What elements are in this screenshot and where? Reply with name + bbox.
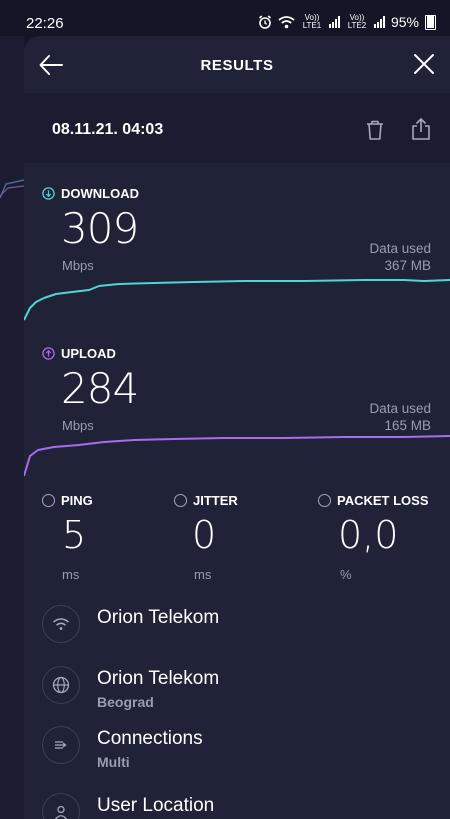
globe-icon <box>42 666 80 704</box>
packet-loss-value: 0,0 <box>338 513 399 557</box>
jitter-label-row: JITTER <box>174 493 238 508</box>
detail-row-user-location[interactable]: User Location <box>24 793 450 819</box>
top-bar: RESULTS <box>24 36 450 92</box>
detail-title: Connections <box>97 728 203 749</box>
signal-bars-1 <box>328 16 340 28</box>
jitter-unit: ms <box>194 567 212 582</box>
background-app-edge <box>0 36 24 819</box>
download-data-used-label: Data used <box>369 241 431 256</box>
upload-graph <box>24 435 450 477</box>
upload-value: 284 <box>61 364 139 413</box>
alarm-icon <box>258 15 271 29</box>
detail-row-server[interactable]: Orion Telekom Beograd <box>24 666 450 722</box>
download-unit: Mbps <box>62 258 94 273</box>
upload-label: UPLOAD <box>61 346 116 361</box>
detail-subtitle: Beograd <box>97 694 154 710</box>
close-icon[interactable] <box>412 52 436 76</box>
jitter-value: 0 <box>192 513 217 557</box>
wifi-icon <box>42 605 80 643</box>
packet-loss-unit: % <box>340 567 352 582</box>
download-arrow-icon <box>42 187 55 200</box>
share-icon[interactable] <box>410 117 432 141</box>
packet-loss-icon <box>318 494 331 507</box>
status-icons: Vo)) LTE1 Vo)) LTE2 95% <box>258 14 436 30</box>
jitter-label: JITTER <box>193 493 238 508</box>
battery-icon <box>425 14 436 30</box>
trash-icon[interactable] <box>364 119 386 141</box>
status-bar: 22:26 Vo)) LTE1 Vo)) LTE2 95% <box>0 0 450 36</box>
download-value: 309 <box>61 204 139 253</box>
download-graph <box>24 279 450 321</box>
detail-title: Orion Telekom <box>97 668 220 689</box>
page-title: RESULTS <box>200 57 274 74</box>
background-graph <box>0 179 24 199</box>
ping-value: 5 <box>62 513 87 557</box>
battery-percent: 95% <box>390 14 419 30</box>
upload-label-row: UPLOAD <box>42 346 116 361</box>
detail-row-connections[interactable]: Connections Multi <box>24 726 450 782</box>
wifi-status-icon <box>278 16 295 29</box>
upload-arrow-icon <box>42 347 55 360</box>
user-icon <box>42 793 80 819</box>
download-data-used-value: 367 MB <box>384 258 431 273</box>
download-label: DOWNLOAD <box>61 186 139 201</box>
detail-subtitle: Multi <box>97 754 130 770</box>
upload-data-used-label: Data used <box>369 401 431 416</box>
signal-bars-2 <box>373 16 385 28</box>
sim2-label: Vo)) LTE2 <box>347 13 367 30</box>
jitter-icon <box>174 494 187 507</box>
ping-label-row: PING <box>42 493 93 508</box>
detail-row-isp[interactable]: Orion Telekom <box>24 605 450 661</box>
sim1-label: Vo)) LTE1 <box>302 13 322 30</box>
packet-loss-label: PACKET LOSS <box>337 493 429 508</box>
result-date: 08.11.21. 04:03 <box>52 121 164 138</box>
packet-loss-label-row: PACKET LOSS <box>318 493 429 508</box>
status-time: 22:26 <box>26 15 64 32</box>
result-header: 08.11.21. 04:03 <box>24 93 450 163</box>
upload-data-used-value: 165 MB <box>384 418 431 433</box>
connections-icon <box>42 726 80 764</box>
upload-unit: Mbps <box>62 418 94 433</box>
download-label-row: DOWNLOAD <box>42 186 139 201</box>
results-sheet: RESULTS 08.11.21. 04:03 DOWNLOAD 309 Mbp… <box>24 36 450 819</box>
ping-icon <box>42 494 55 507</box>
detail-title: User Location <box>97 795 215 816</box>
ping-unit: ms <box>62 567 80 582</box>
ping-label: PING <box>61 493 93 508</box>
detail-title: Orion Telekom <box>97 607 220 628</box>
